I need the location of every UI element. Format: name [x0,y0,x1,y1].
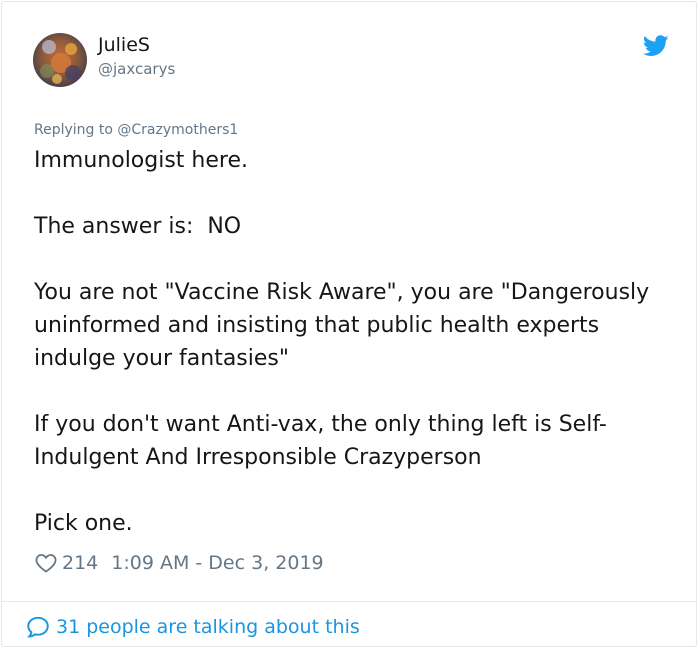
talking-about-link[interactable]: 31 people are talking about this [25,614,360,640]
heart-outline-icon[interactable] [34,551,58,575]
tweet-paragraph: Pick one. [34,511,133,536]
like-count[interactable]: 214 [62,552,98,574]
tweet-card: JulieS @jaxcarys Replying to @Crazymothe… [1,1,697,647]
user-handle[interactable]: @jaxcarys [98,60,175,78]
replying-to-prefix: Replying to [34,122,118,138]
twitter-bird-icon[interactable] [642,35,669,57]
reply-target-link[interactable]: @Crazymothers1 [117,122,238,138]
display-name[interactable]: JulieS [98,34,150,56]
tweet-paragraph: If you don't want Anti-vax, the only thi… [34,412,607,470]
tweet-text: Immunologist here. The answer is: NO You… [34,144,674,540]
tweet-paragraph: Immunologist here. [34,148,248,173]
tweet-meta: 214 1:09 AM - Dec 3, 2019 [34,550,324,576]
tweet-paragraph: The answer is: NO [34,214,242,239]
replying-to: Replying to @Crazymothers1 [34,122,238,138]
avatar[interactable] [33,33,87,87]
tweet-paragraph: You are not "Vaccine Risk Aware", you ar… [34,280,657,371]
tweet-timestamp[interactable]: 1:09 AM - Dec 3, 2019 [111,552,323,574]
talking-about-text[interactable]: 31 people are talking about this [56,616,360,638]
comment-bubble-icon [26,616,49,638]
divider [2,601,696,602]
